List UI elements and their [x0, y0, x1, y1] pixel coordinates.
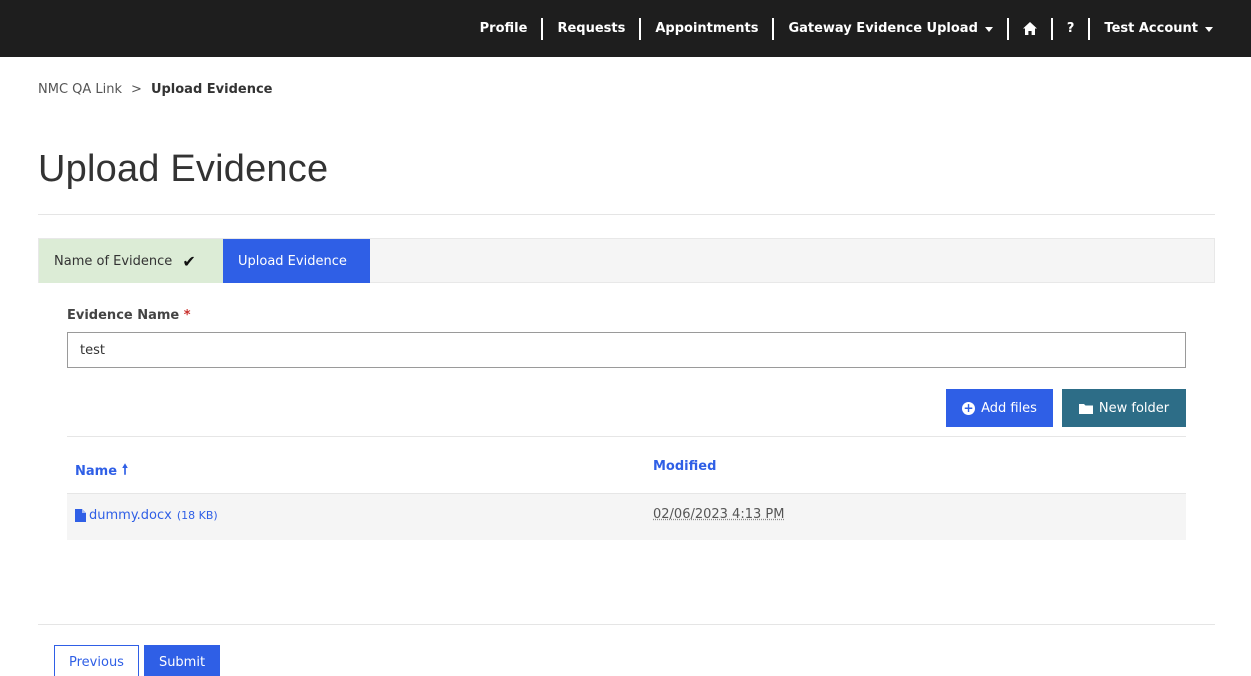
nav-gateway-label: Gateway Evidence Upload [788, 21, 978, 36]
required-marker: * [183, 308, 191, 323]
sort-arrow-up-icon: 🠕 [122, 462, 129, 478]
evidence-name-label: Evidence Name * [67, 308, 191, 323]
add-files-button[interactable]: + Add files [946, 389, 1053, 427]
divider [38, 214, 1215, 215]
wizard-steps: Name of Evidence ✔ Upload Evidence [38, 238, 1215, 283]
nav-home-link[interactable] [1009, 22, 1051, 35]
breadcrumb-root-link[interactable]: NMC QA Link [38, 82, 122, 97]
breadcrumb: NMC QA Link > Upload Evidence [38, 82, 273, 97]
checkmark-icon: ✔ [182, 251, 196, 271]
submit-button[interactable]: Submit [144, 645, 220, 676]
add-files-label: Add files [981, 400, 1037, 416]
step-label: Upload Evidence [238, 253, 347, 269]
evidence-name-label-text: Evidence Name [67, 308, 180, 323]
file-icon [75, 509, 86, 522]
column-name-label: Name [75, 463, 118, 479]
nav-gateway-dropdown[interactable]: Gateway Evidence Upload [774, 21, 1006, 36]
step-upload-evidence[interactable]: Upload Evidence [223, 239, 370, 283]
evidence-name-input[interactable] [67, 332, 1186, 368]
plus-circle-icon: + [962, 400, 976, 415]
file-link[interactable]: dummy.docx (18 KB) [75, 508, 218, 523]
new-folder-label: New folder [1098, 400, 1170, 416]
caret-down-icon [984, 27, 993, 32]
table-row: dummy.docx (18 KB) 02/06/2023 4:13 PM [67, 494, 1186, 540]
breadcrumb-separator: > [131, 82, 142, 97]
nav-appointments-link[interactable]: Appointments [641, 21, 772, 36]
table-top-divider [67, 436, 1186, 437]
nav-menu: Profile Requests Appointments Gateway Ev… [466, 0, 1227, 57]
column-header-name[interactable]: Name 🠕 [75, 459, 128, 483]
caret-down-icon [1205, 27, 1213, 32]
nav-help-link[interactable]: ? [1053, 21, 1089, 36]
step-label: Name of Evidence [54, 253, 173, 269]
step-name-of-evidence[interactable]: Name of Evidence ✔ [39, 239, 223, 283]
nav-account-label: Test Account [1104, 21, 1198, 36]
nav-profile-link[interactable]: Profile [466, 21, 542, 36]
footer-divider [38, 624, 1215, 625]
page-title: Upload Evidence [38, 148, 329, 190]
file-size: (18 KB) [176, 509, 218, 522]
modified-date: 02/06/2023 4:13 PM [653, 507, 785, 522]
folder-icon [1078, 403, 1093, 414]
top-navbar: Profile Requests Appointments Gateway Ev… [0, 0, 1251, 57]
home-icon [1022, 22, 1037, 35]
column-modified-label: Modified [653, 459, 717, 474]
nav-requests-link[interactable]: Requests [543, 21, 639, 36]
previous-button[interactable]: Previous [54, 645, 139, 676]
nav-account-dropdown[interactable]: Test Account [1090, 21, 1227, 36]
file-name: dummy.docx [89, 508, 172, 523]
breadcrumb-current: Upload Evidence [150, 82, 273, 97]
column-header-modified[interactable]: Modified [653, 459, 716, 474]
new-folder-button[interactable]: New folder [1062, 389, 1186, 427]
